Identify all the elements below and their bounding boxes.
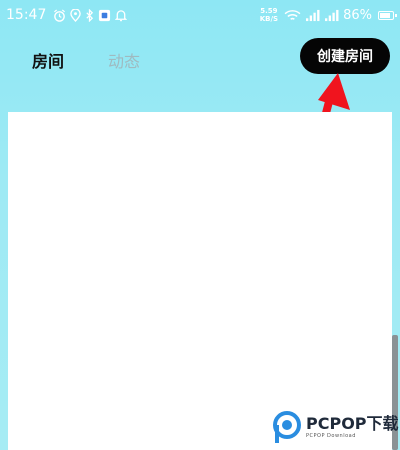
battery-icon	[378, 10, 397, 20]
watermark-subtitle: PCPOP Download	[306, 433, 356, 439]
network-speed-value: 5.59	[260, 7, 278, 15]
tab-rooms[interactable]: 房间	[32, 48, 64, 72]
status-right: 5.59 KB/S 86%	[260, 7, 397, 23]
pcpop-logo-icon	[273, 411, 301, 443]
alarm-icon	[53, 8, 66, 22]
bell-icon	[115, 9, 128, 22]
create-room-button[interactable]: 创建房间	[300, 38, 390, 74]
tab-feed[interactable]: 动态	[108, 48, 140, 72]
battery-percent: 86%	[343, 7, 372, 23]
app-notification-icon	[98, 9, 111, 22]
network-speed-unit: KB/S	[259, 15, 279, 23]
status-time: 15:47	[6, 7, 47, 23]
network-speed: 5.59 KB/S	[260, 7, 278, 23]
watermark-brand: PCPOP下载	[306, 414, 399, 433]
location-icon	[70, 8, 82, 22]
signal-icon-1	[305, 9, 320, 22]
watermark: PCPOP下载 PCPOP Download	[272, 410, 399, 444]
room-list-panel	[8, 112, 392, 450]
status-left: 15:47	[6, 7, 128, 23]
wifi-icon	[284, 9, 301, 22]
signal-icon-2	[324, 9, 339, 22]
status-bar: 15:47 5.59 KB/S 86%	[0, 0, 400, 30]
bluetooth-icon	[85, 8, 94, 22]
